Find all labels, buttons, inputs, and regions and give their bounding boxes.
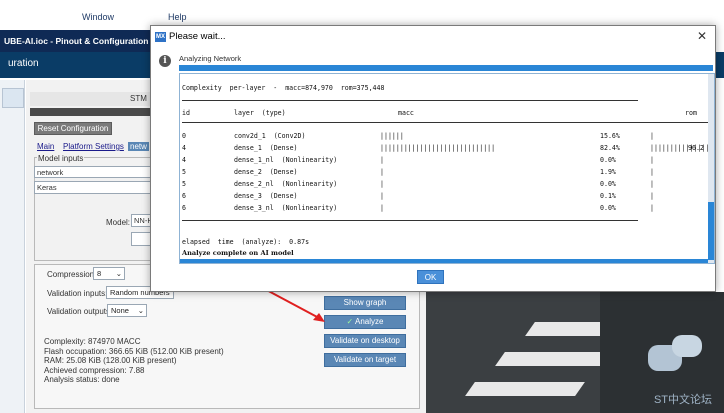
- left-rail: [0, 80, 25, 413]
- cell-id: 5: [182, 180, 186, 188]
- cell-macc-pct: 1.9%: [600, 168, 616, 176]
- cell-macc-bar: |: [380, 204, 384, 212]
- analyze-label: Analyze: [355, 317, 384, 326]
- cell-id: 4: [182, 156, 186, 164]
- compression-value: 8: [97, 269, 102, 278]
- col-layer-header: layer (type): [234, 109, 286, 117]
- cell-layer: dense_2 (Dense): [234, 168, 298, 176]
- divider: [182, 220, 638, 221]
- cell-layer: dense_3_nl (Nonlinearity): [234, 204, 338, 212]
- complete-line: Analyze complete on AI model: [182, 249, 294, 257]
- tab-platform-settings[interactable]: Platform Settings: [63, 142, 124, 151]
- cell-rom-bar: |: [650, 156, 654, 164]
- cell-rom-bar: |: [650, 132, 654, 140]
- cell-macc-pct: 0.0%: [600, 180, 616, 188]
- cell-macc-pct: 0.0%: [600, 156, 616, 164]
- col-id-header: id: [182, 109, 190, 117]
- cell-layer: dense_1 (Dense): [234, 144, 298, 152]
- cell-macc-bar: |: [380, 180, 384, 188]
- tab-main[interactable]: Main: [37, 142, 54, 151]
- progress-bar: [179, 65, 713, 71]
- cell-rom-bar: |: [650, 180, 654, 188]
- chevron-down-icon: ⌄: [115, 269, 122, 278]
- analysis-stats: Complexity: 874970 MACC Flash occupation…: [44, 337, 224, 385]
- elapsed-line: elapsed time (analyze): 0.87s: [182, 238, 310, 246]
- cell-id: 0: [182, 132, 186, 140]
- menu-window[interactable]: Window: [82, 12, 114, 22]
- dialog-title: Please wait...: [169, 31, 226, 42]
- stm-label: STM: [130, 94, 147, 103]
- cell-rom-bar: |: [650, 192, 654, 200]
- divider: [182, 122, 710, 123]
- watermark: ST中文论坛: [653, 394, 712, 406]
- col-macc-header: macc: [398, 109, 414, 117]
- cell-rom-bar: |: [650, 204, 654, 212]
- chevron-down-icon: ⌄: [137, 306, 144, 315]
- analysis-console: Complexity per-layer - macc=874,970 rom=…: [179, 73, 715, 264]
- cell-macc-pct: 0.1%: [600, 192, 616, 200]
- cell-id: 5: [182, 168, 186, 176]
- validate-target-button[interactable]: Validate on target: [324, 353, 406, 367]
- cell-id: 4: [182, 144, 186, 152]
- compression-label: Compression:: [47, 270, 97, 279]
- stat-flash: Flash occupation: 366.65 KiB (512.00 KiB…: [44, 346, 224, 356]
- cell-layer: conv2d_1 (Conv2D): [234, 132, 306, 140]
- tab-network[interactable]: netw: [128, 142, 149, 151]
- preview-stripe: [465, 382, 585, 396]
- col-rom-header: rom: [685, 109, 697, 117]
- cell-macc-bar: ||||||: [380, 132, 404, 140]
- model-inputs-legend: Model inputs: [37, 154, 85, 163]
- cell-macc-bar: |: [380, 192, 384, 200]
- cell-layer: dense_1_nl (Nonlinearity): [234, 156, 338, 164]
- app-header-label: uration: [8, 58, 39, 69]
- model-file-field[interactable]: [131, 232, 151, 246]
- validation-outputs-label: Validation outputs:: [47, 307, 113, 316]
- stat-status: Analysis status: done: [44, 375, 120, 385]
- horizontal-scrollbar[interactable]: [180, 259, 708, 263]
- cell-macc-bar: |: [380, 168, 384, 176]
- menu-help[interactable]: Help: [168, 12, 187, 22]
- cell-rom-bar: |: [650, 168, 654, 176]
- window-title: UBE-AI.ioc - Pinout & Configuration: [0, 30, 160, 52]
- stat-ram: RAM: 25.08 KiB (128.00 KiB present): [44, 356, 177, 366]
- info-icon: i: [159, 55, 171, 67]
- cell-rom-bar: ||||||||||||||||||||||||||||||: [650, 144, 714, 152]
- cell-macc-pct: 0.0%: [600, 204, 616, 212]
- cell-macc-bar: |||||||||||||||||||||||||||||: [380, 144, 496, 152]
- cell-id: 6: [182, 204, 186, 212]
- validation-inputs-label: Validation inputs:: [47, 289, 108, 298]
- cell-macc-pct: 15.6%: [600, 132, 620, 140]
- model-field[interactable]: NN-H: [131, 214, 151, 227]
- divider: [182, 100, 638, 101]
- validate-desktop-button[interactable]: Validate on desktop: [324, 334, 406, 348]
- analyze-button[interactable]: ✓ Analyze: [324, 315, 406, 329]
- check-icon: ✓: [346, 317, 355, 326]
- scrollbar-thumb[interactable]: [708, 202, 714, 260]
- dialog-heading: Analyzing Network: [179, 54, 242, 63]
- rail-settings-icon[interactable]: [2, 88, 24, 108]
- reset-configuration-button[interactable]: Reset Configuration: [34, 122, 112, 135]
- cell-rom-pct: 96.2: [688, 144, 704, 152]
- stat-complexity: Complexity: 874970 MACC: [44, 337, 141, 346]
- cell-macc-bar: |: [380, 156, 384, 164]
- framework-select[interactable]: Keras: [34, 181, 154, 194]
- complexity-line: Complexity per-layer - macc=874,970 rom=…: [182, 84, 385, 92]
- close-icon[interactable]: ✕: [697, 29, 707, 43]
- ok-button[interactable]: OK: [417, 270, 444, 284]
- cell-macc-pct: 82.4%: [600, 144, 620, 152]
- show-graph-button[interactable]: Show graph: [324, 296, 406, 310]
- chat-bubble-icon: [672, 335, 702, 357]
- cell-id: 6: [182, 192, 186, 200]
- compression-select[interactable]: 8 ⌄: [93, 267, 125, 280]
- cell-layer: dense_3 (Dense): [234, 192, 298, 200]
- cell-layer: dense_2_nl (Nonlinearity): [234, 180, 338, 188]
- please-wait-dialog: MX Please wait... ✕ i Analyzing Network …: [150, 25, 716, 292]
- network-name-field[interactable]: network: [34, 166, 154, 178]
- validation-outputs-select[interactable]: None ⌄: [107, 304, 147, 317]
- model-label: Model:: [106, 218, 131, 227]
- stat-compression: Achieved compression: 7.88: [44, 365, 145, 375]
- app-icon: MX: [155, 32, 166, 42]
- validation-outputs-value: None: [111, 306, 129, 315]
